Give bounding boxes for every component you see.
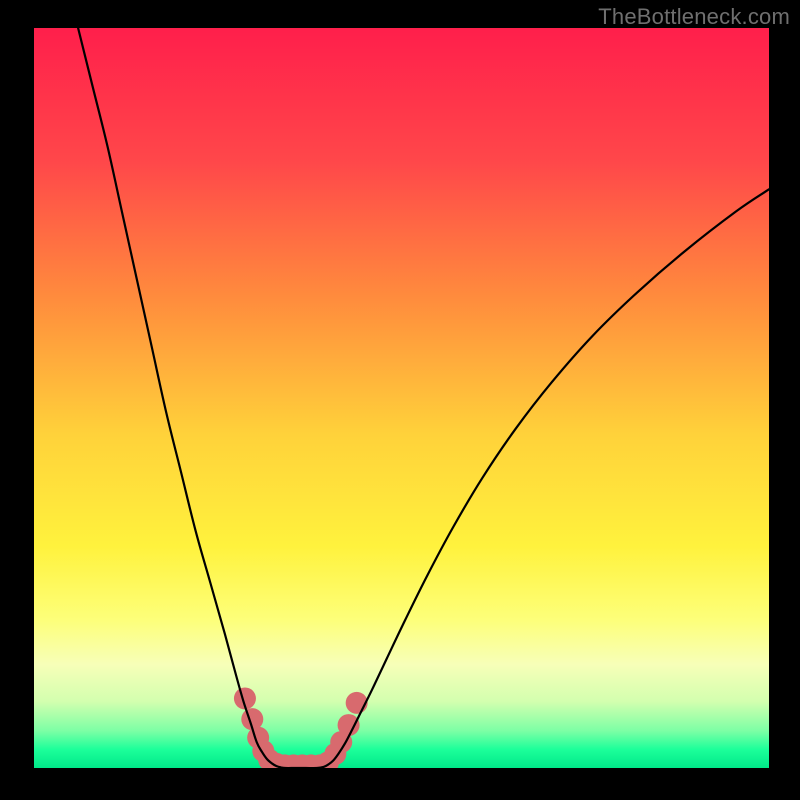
chart-svg: [34, 28, 769, 768]
chart-frame: TheBottleneck.com: [0, 0, 800, 800]
highlight-blob: [338, 714, 360, 736]
plot-area: [34, 28, 769, 768]
watermark-text: TheBottleneck.com: [598, 4, 790, 30]
gradient-background: [34, 28, 769, 768]
